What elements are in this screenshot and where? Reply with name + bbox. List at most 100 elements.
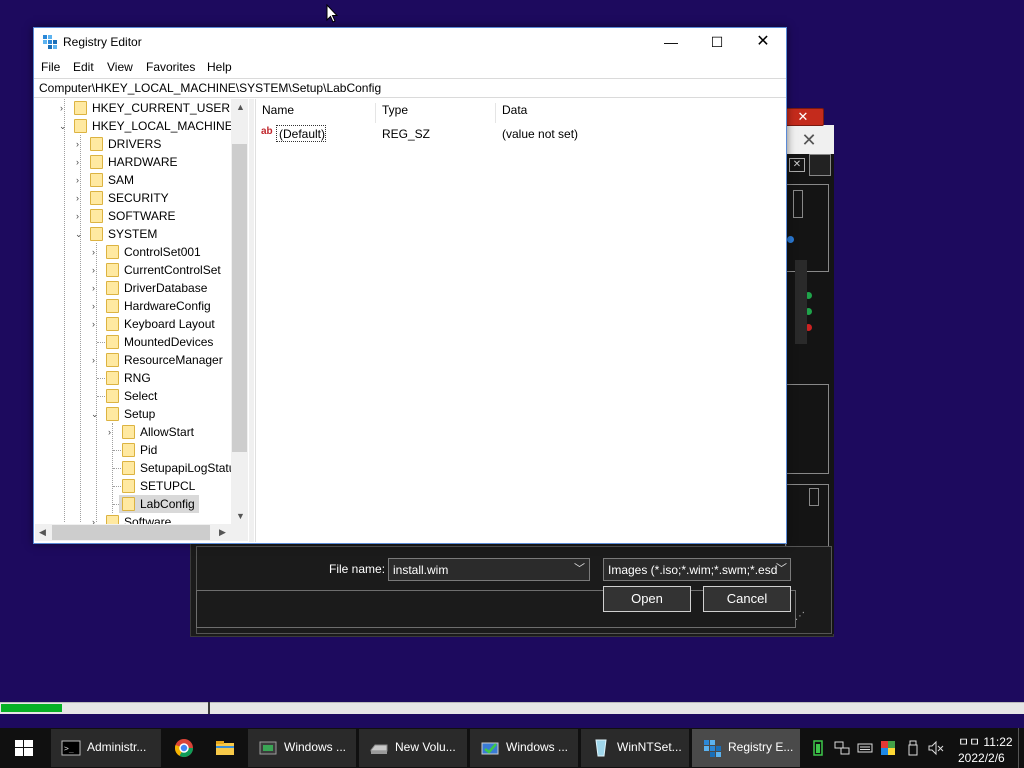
chevron-right-icon[interactable]: › [92, 243, 95, 261]
pane-splitter[interactable] [249, 99, 254, 542]
menu-view[interactable]: View [107, 60, 133, 74]
cancel-button[interactable]: Cancel [703, 586, 791, 612]
tree-node[interactable]: › ResourceManager [35, 351, 249, 369]
address-bar[interactable]: Computer\HKEY_LOCAL_MACHINE\SYSTEM\Setup… [34, 78, 786, 98]
chevron-right-icon[interactable]: › [76, 207, 79, 225]
scroll-left-icon[interactable]: ◀ [39, 527, 46, 538]
tree-node[interactable]: › HARDWARE [35, 153, 249, 171]
side-input[interactable] [793, 190, 803, 218]
chevron-down-icon[interactable]: ﹀ [776, 560, 787, 576]
chevron-down-icon[interactable]: ⌄ [75, 225, 83, 243]
minimize-button[interactable]: — [648, 28, 694, 56]
chevron-right-icon[interactable]: › [92, 315, 95, 333]
taskbar-item-administrator[interactable]: >_ Administr... [51, 729, 161, 767]
file-name-input[interactable]: install.wim [388, 558, 590, 581]
menu-help[interactable]: Help [207, 60, 232, 74]
battery-icon[interactable] [810, 740, 826, 756]
column-header-type[interactable]: Type [376, 103, 496, 123]
chrome-icon [174, 739, 193, 758]
taskbar-item-registry-editor[interactable]: Registry E... [692, 729, 800, 767]
minimize-icon: — [664, 34, 678, 50]
close-icon[interactable]: ✕ [789, 158, 805, 172]
file-type-select[interactable]: Images (*.iso;*.wim;*.swm;*.esd [603, 558, 791, 581]
folder-icon [122, 461, 135, 475]
taskbar-item-new-volume[interactable]: New Volu... [359, 729, 467, 767]
tree-node[interactable]: ⌄ Setup [35, 405, 249, 423]
taskbar-item-file-explorer[interactable] [205, 729, 245, 767]
taskbar-item-winntsetup[interactable]: WinNTSet... [581, 729, 689, 767]
tree-node[interactable]: ⌄ SYSTEM [35, 225, 249, 243]
tree-node[interactable]: › DRIVERS [35, 135, 249, 153]
scroll-right-icon[interactable]: ▶ [219, 527, 226, 538]
file-dialog-close-button[interactable]: ✕ [786, 127, 832, 153]
chevron-down-icon[interactable]: ⌄ [91, 405, 99, 423]
tree-node[interactable]: › CurrentControlSet [35, 261, 249, 279]
values-list[interactable] [255, 99, 785, 542]
tree-node-label: Keyboard Layout [124, 317, 215, 331]
chevron-right-icon[interactable]: › [92, 261, 95, 279]
scrollbar-thumb[interactable] [232, 144, 247, 452]
tree-node[interactable]: › Keyboard Layout [35, 315, 249, 333]
maximize-button[interactable]: ☐ [694, 28, 740, 56]
taskbar-item-windows-app[interactable]: Windows ... [248, 729, 356, 767]
tree-node[interactable]: Pid [35, 441, 249, 459]
keyboard-icon[interactable] [857, 740, 873, 756]
wand-icon[interactable] [809, 154, 831, 176]
chevron-right-icon[interactable]: › [108, 423, 111, 441]
close-button[interactable]: ✕ [740, 28, 786, 56]
tree-node[interactable]: SETUPCL [35, 477, 249, 495]
chevron-right-icon[interactable]: › [76, 153, 79, 171]
chevron-right-icon[interactable]: › [92, 297, 95, 315]
tree-node[interactable]: SetupapiLogStatu [35, 459, 249, 477]
chevron-right-icon[interactable]: › [76, 189, 79, 207]
scroll-up-icon[interactable]: ▲ [236, 102, 245, 112]
menu-file[interactable]: File [41, 60, 60, 74]
column-header-data[interactable]: Data [496, 103, 656, 123]
folder-icon [90, 191, 103, 205]
chevron-right-icon[interactable]: › [92, 279, 95, 297]
resize-grip-icon[interactable]: ⋰ [795, 611, 805, 622]
side-scrollbar[interactable] [795, 260, 807, 344]
scrollbar-thumb[interactable] [52, 525, 210, 540]
tree-node[interactable]: › SOFTWARE [35, 207, 249, 225]
tree-node[interactable]: ⌄ HKEY_LOCAL_MACHINE [35, 117, 249, 135]
tree-node[interactable]: › SAM [35, 171, 249, 189]
menu-favorites[interactable]: Favorites [146, 60, 195, 74]
scroll-down-icon[interactable]: ▼ [236, 511, 245, 521]
clock-date[interactable]: 2022/2/6 [958, 751, 1005, 765]
tree-node[interactable]: › HardwareConfig [35, 297, 249, 315]
tree-node[interactable]: Select [35, 387, 249, 405]
value-name-cell[interactable]: (Default) [276, 125, 326, 142]
tree-node-selected[interactable]: LabConfig [35, 495, 249, 513]
folder-icon [106, 317, 119, 331]
taskbar-item-chrome[interactable] [164, 729, 202, 767]
tree-node[interactable]: › AllowStart [35, 423, 249, 441]
tree-node[interactable]: › HKEY_CURRENT_USER [35, 99, 249, 117]
tree-node[interactable]: › SECURITY [35, 189, 249, 207]
start-button[interactable] [0, 728, 48, 768]
show-desktop-button[interactable] [1018, 728, 1024, 768]
clock-time[interactable]: ㅁㅁ 11:22 [958, 733, 1013, 750]
chevron-right-icon[interactable]: › [76, 135, 79, 153]
chevron-right-icon[interactable]: › [92, 351, 95, 369]
key-tree[interactable]: › HKEY_CURRENT_USER ⌄ HKEY_LOCAL_MACHINE… [35, 99, 249, 542]
chevron-down-icon[interactable]: ﹀ [574, 560, 585, 576]
network-icon[interactable] [834, 740, 850, 756]
chevron-down-icon[interactable]: ⌄ [59, 117, 67, 135]
winntsetup-close-button[interactable]: ✕ [782, 108, 824, 126]
folder-icon [106, 389, 119, 403]
display-color-icon[interactable] [880, 740, 896, 756]
chevron-right-icon[interactable]: › [60, 99, 63, 117]
open-button[interactable]: Open [603, 586, 691, 612]
volume-muted-icon[interactable] [928, 740, 944, 756]
side-dropdown[interactable] [809, 488, 819, 506]
taskbar-item-windows-setup[interactable]: Windows ... [470, 729, 578, 767]
menu-edit[interactable]: Edit [73, 60, 94, 74]
chevron-right-icon[interactable]: › [76, 171, 79, 189]
column-header-name[interactable]: Name [256, 103, 376, 123]
tree-node[interactable]: RNG [35, 369, 249, 387]
tree-node[interactable]: › DriverDatabase [35, 279, 249, 297]
usb-drive-icon[interactable] [905, 740, 921, 756]
tree-node[interactable]: MountedDevices [35, 333, 249, 351]
tree-node[interactable]: › ControlSet001 [35, 243, 249, 261]
